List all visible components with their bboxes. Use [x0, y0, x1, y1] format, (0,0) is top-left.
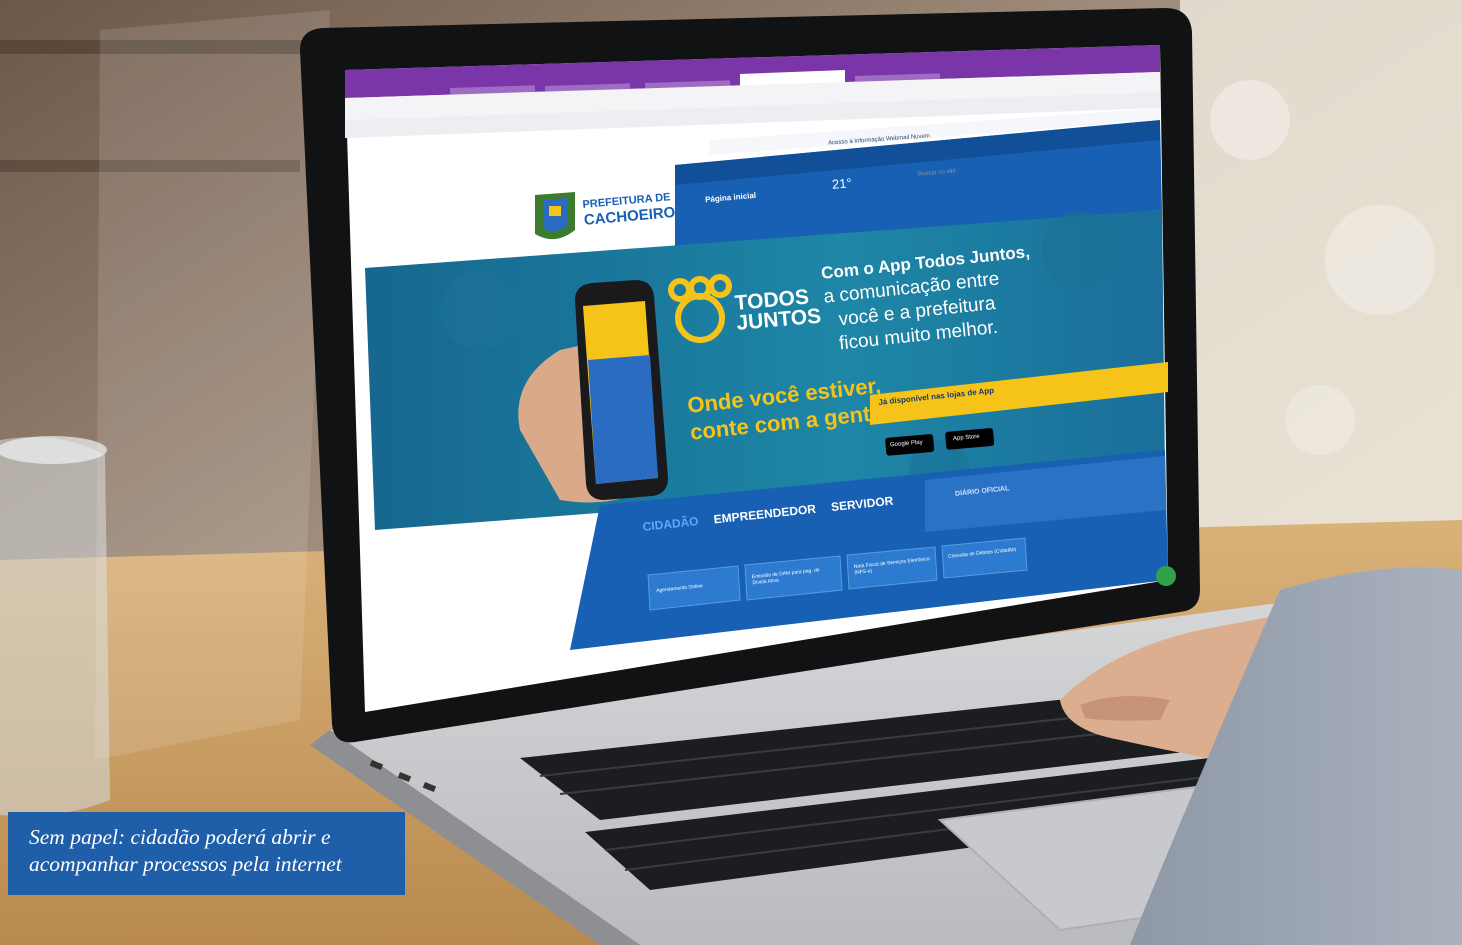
- bokeh-light: [1285, 385, 1355, 455]
- banner-headline: Com o App Todos Juntos, a comunicação en…: [820, 242, 1030, 357]
- screen-reflection-glass: [95, 10, 330, 760]
- glass-jar: [0, 437, 110, 816]
- temperature: 21°: [831, 175, 853, 192]
- photo-caption: Sem papel: cidadão poderá abrir e acompa…: [8, 812, 405, 895]
- app-name: TODOS JUNTOS: [734, 286, 822, 335]
- scroll-up-button: [1156, 566, 1176, 586]
- bokeh-light: [1210, 80, 1290, 160]
- banner-circle: [440, 270, 520, 350]
- jar-rim: [0, 436, 107, 464]
- caption-line-1: Sem papel: cidadão poderá abrir e: [29, 825, 331, 849]
- caption-line-2: acompanhar processos pela internet: [29, 852, 342, 876]
- city-logo: [535, 192, 575, 240]
- bokeh-light: [1325, 205, 1435, 315]
- banner-circle: [1042, 212, 1118, 288]
- laptop-photo: [0, 0, 1462, 945]
- smartphone-screen-lower: [588, 355, 658, 484]
